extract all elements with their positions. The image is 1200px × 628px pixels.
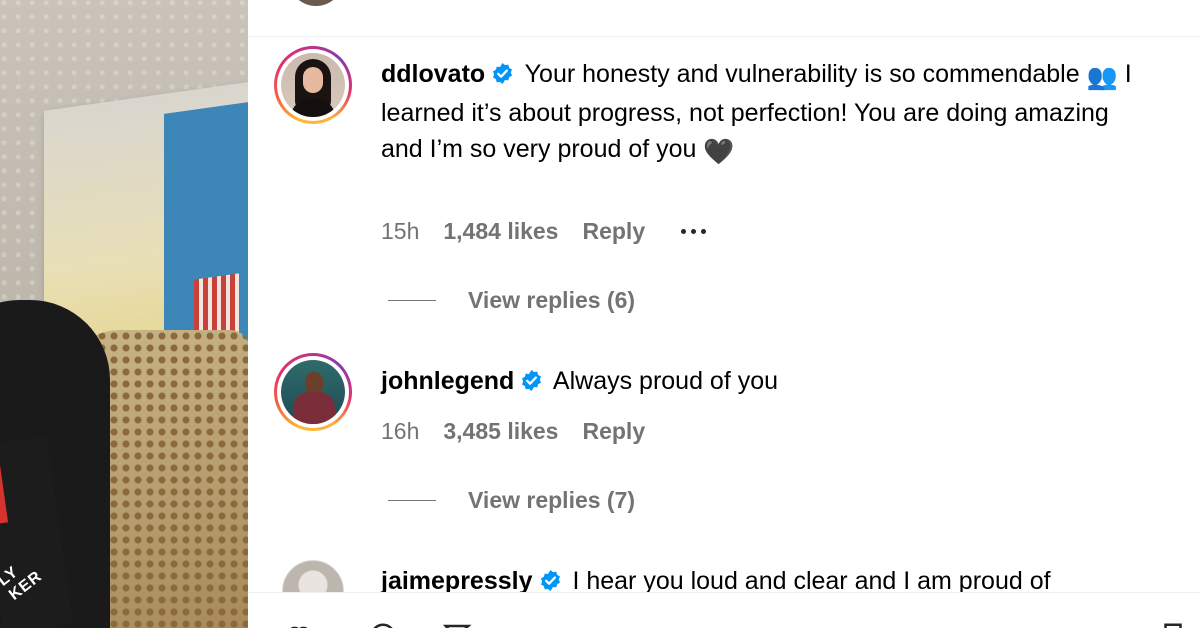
comment-text: johnlegend Always proud of you <box>381 363 1151 399</box>
comment-body: Always proud of you <box>552 367 779 395</box>
save-bookmark-icon[interactable] <box>1158 621 1188 628</box>
comment-body: I hear you loud and clear and I am proud… <box>572 567 1051 595</box>
book-cover-text: LY KER <box>0 563 46 604</box>
verified-badge-icon <box>522 369 542 392</box>
comment-time[interactable]: 15h <box>381 218 419 245</box>
view-replies-label: View replies (7) <box>468 486 636 513</box>
avatar[interactable] <box>274 46 352 124</box>
more-options-icon[interactable] <box>681 228 707 234</box>
post-author-avatar[interactable] <box>288 0 344 6</box>
view-replies-button[interactable]: View replies (6) <box>388 285 635 315</box>
comment-username[interactable]: ddlovato <box>381 60 485 88</box>
comment-body-part1: Your honesty and vulnerability is so com… <box>524 60 1080 88</box>
post-action-bar <box>248 592 1200 628</box>
like-heart-icon[interactable] <box>284 621 314 628</box>
comment-bubble-icon[interactable] <box>368 621 398 628</box>
view-replies-label: View replies (6) <box>468 286 636 313</box>
avatar[interactable] <box>274 353 352 431</box>
comment-username[interactable]: jaimepressly <box>381 567 533 595</box>
verified-badge-icon <box>493 62 513 85</box>
divider-line <box>388 299 436 301</box>
view-replies-button[interactable]: View replies (7) <box>388 485 635 515</box>
people-emoji-icon: 👥 <box>1086 63 1118 91</box>
comment-likes[interactable]: 3,485 likes <box>443 418 558 445</box>
comment-meta: 15h 1,484 likes Reply <box>381 216 707 246</box>
reply-button[interactable]: Reply <box>582 218 645 245</box>
comment-time[interactable]: 16h <box>381 418 419 445</box>
black-heart-emoji-icon: 🖤 <box>703 138 735 166</box>
comment-text: ddlovato Your honesty and vulnerability … <box>381 56 1151 170</box>
comment-meta: 16h 3,485 likes Reply <box>381 416 681 446</box>
comment-username[interactable]: johnlegend <box>381 367 514 395</box>
comments-panel[interactable]: ddlovato Your honesty and vulnerability … <box>248 0 1200 628</box>
post-photo: LY KER <box>0 0 248 628</box>
divider-line <box>388 499 436 501</box>
comment-likes[interactable]: 1,484 likes <box>443 218 558 245</box>
reply-button[interactable]: Reply <box>582 418 645 445</box>
verified-badge-icon <box>540 569 560 592</box>
divider <box>248 36 1200 37</box>
share-icon[interactable] <box>442 621 472 628</box>
